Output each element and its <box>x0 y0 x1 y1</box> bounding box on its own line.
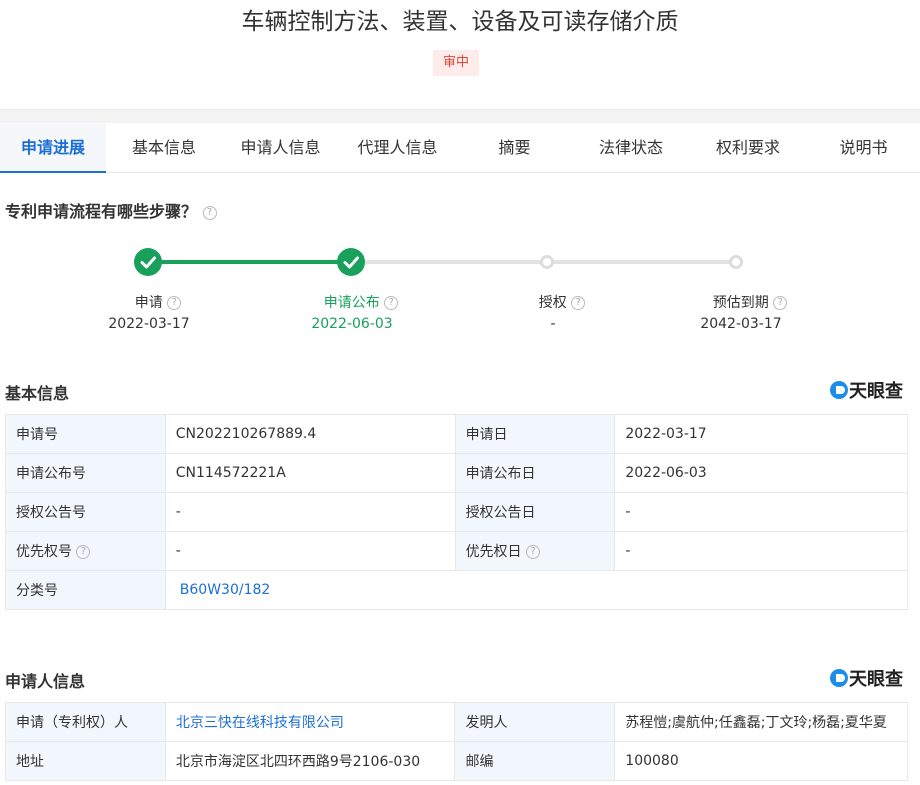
cell-label: 分类号 <box>5 570 166 610</box>
step-label: 授权 ? <box>492 292 632 312</box>
step-2-date: 2022-06-03 <box>311 316 393 332</box>
basic-info-table: 申请号 CN202210267889.4 申请日 2022-03-17 申请公布… <box>5 414 909 610</box>
help-icon[interactable]: ? <box>202 205 217 220</box>
tab-legal-status[interactable]: 法律状态 <box>573 124 689 172</box>
cell-label: 申请日 <box>454 414 616 454</box>
priority-number: - <box>164 531 456 571</box>
help-icon[interactable]: ? <box>526 545 541 559</box>
page-title: 车辆控制方法、装置、设备及可读存储介质 <box>241 9 679 35</box>
logo-text: 天眼查 <box>849 669 903 690</box>
tab-progress[interactable]: 申请进展 <box>0 124 106 173</box>
tianyancha-logo: 天眼查 <box>830 666 903 690</box>
cell-label: 申请（专利权）人 <box>5 702 166 742</box>
section-title-basic-info: 基本信息 <box>5 384 70 403</box>
applicant-link[interactable]: 北京三快在线科技有限公司 <box>176 715 344 731</box>
address: 北京市海淀区北四环西路9号2106-030 <box>164 741 456 781</box>
cell-label: 优先权日 ? <box>454 531 616 571</box>
progress-line-done <box>148 260 351 264</box>
application-date: 2022-03-17 <box>614 414 908 454</box>
priority-number-label: 优先权号 <box>16 544 72 560</box>
publication-number: CN114572221A <box>164 453 456 493</box>
step-3-label: 授权 <box>538 295 567 311</box>
cell-label: 地址 <box>5 741 166 781</box>
help-icon[interactable]: ? <box>384 296 399 310</box>
help-icon[interactable]: ? <box>571 296 586 310</box>
logo-text: 天眼查 <box>849 381 903 402</box>
applicant-cell: 北京三快在线科技有限公司 <box>164 702 456 742</box>
help-icon[interactable]: ? <box>167 296 182 310</box>
step-label: 预估到期 ? <box>680 292 820 312</box>
cell-label: 发明人 <box>454 702 616 742</box>
tab-abstract[interactable]: 摘要 <box>456 124 573 172</box>
step-1-date: 2022-03-17 <box>108 316 190 332</box>
help-icon[interactable]: ? <box>773 296 788 310</box>
priority-date-label: 优先权日 <box>465 544 522 560</box>
step-1-label: 申请 <box>134 295 163 311</box>
step-3-node <box>540 255 554 269</box>
step-4-date: 2042-03-17 <box>700 316 782 332</box>
step-4-node <box>729 255 743 269</box>
table-row: 申请公布号 CN114572221A 申请公布日 2022-06-03 <box>5 453 908 493</box>
table-row: 申请号 CN202210267889.4 申请日 2022-03-17 <box>5 414 908 454</box>
tab-claims[interactable]: 权利要求 <box>689 124 807 172</box>
table-row: 分类号 B60W30/182 <box>5 570 909 610</box>
grant-number: - <box>164 492 456 532</box>
cell-label: 授权公告日 <box>454 492 616 532</box>
priority-date: - <box>614 531 908 571</box>
cell-label: 申请号 <box>5 414 166 454</box>
tianyancha-logo-icon <box>830 381 848 399</box>
progress-title-text: 专利申请流程有哪些步骤？ <box>5 202 198 221</box>
publication-date: 2022-06-03 <box>614 453 908 493</box>
table-row: 地址 北京市海淀区北四环西路9号2106-030 邮编 100080 <box>5 741 908 781</box>
table-row: 授权公告号 - 授权公告日 - <box>5 492 908 532</box>
section-title-applicant-info: 申请人信息 <box>5 672 86 691</box>
cell-label: 授权公告号 <box>5 492 166 532</box>
tab-description[interactable]: 说明书 <box>807 124 920 172</box>
progress-title: 专利申请流程有哪些步骤？ ? <box>5 198 217 222</box>
classification-cell: B60W30/182 <box>164 570 909 610</box>
step-label: 申请 ? <box>88 292 228 312</box>
divider <box>0 109 920 123</box>
table-row: 优先权号 ? - 优先权日 ? - <box>5 531 908 571</box>
classification-link[interactable]: B60W30/182 <box>180 582 271 598</box>
help-icon[interactable]: ? <box>76 545 91 559</box>
step-1-check-icon <box>134 248 162 276</box>
tab-bar: 申请进展 基本信息 申请人信息 代理人信息 摘要 法律状态 权利要求 说明书 <box>0 124 920 173</box>
inventors: 苏程愷;虞航仲;任鑫磊;丁文玲;杨磊;夏华夏 <box>614 702 908 742</box>
tab-applicant-info[interactable]: 申请人信息 <box>222 124 339 172</box>
tab-basic-info[interactable]: 基本信息 <box>106 124 222 172</box>
cell-label: 申请公布号 <box>5 453 166 493</box>
cell-label: 申请公布日 <box>454 453 616 493</box>
step-2-check-icon <box>337 248 365 276</box>
step-4-label: 预估到期 <box>712 295 769 311</box>
tianyancha-logo-icon <box>830 669 848 687</box>
grant-date: - <box>614 492 908 532</box>
step-label: 申请公布 ? <box>291 292 431 312</box>
status-badge: 审中 <box>433 50 479 76</box>
zip-code: 100080 <box>614 741 908 781</box>
step-2-label: 申请公布 <box>323 295 380 311</box>
tianyancha-logo: 天眼查 <box>830 378 903 402</box>
cell-label: 邮编 <box>454 741 616 781</box>
applicant-info-table: 申请（专利权）人 北京三快在线科技有限公司 发明人 苏程愷;虞航仲;任鑫磊;丁文… <box>5 702 908 781</box>
step-3-date: - <box>550 316 556 332</box>
cell-label: 优先权号 ? <box>5 531 166 571</box>
table-row: 申请（专利权）人 北京三快在线科技有限公司 发明人 苏程愷;虞航仲;任鑫磊;丁文… <box>5 702 908 742</box>
tab-agent-info[interactable]: 代理人信息 <box>339 124 456 172</box>
application-number: CN202210267889.4 <box>164 414 456 454</box>
